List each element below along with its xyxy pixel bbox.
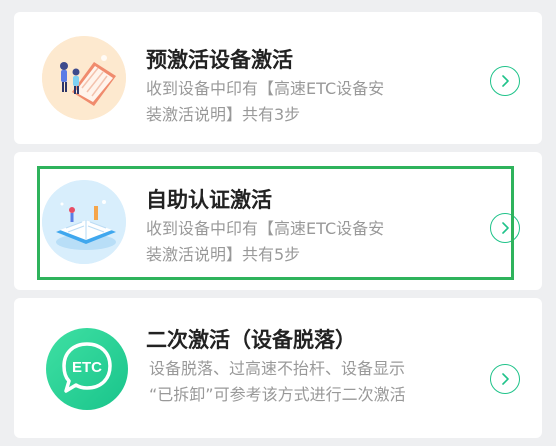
option-title: 预激活设备激活	[146, 48, 293, 72]
option-description-line: 装激活说明】共有3步	[146, 105, 301, 124]
option-card-pre-activation[interactable]: 预激活设备激活 收到设备中印有【高速ETC设备安 装激活说明】共有3步	[14, 12, 542, 144]
chevron-right-button[interactable]	[490, 213, 520, 243]
chevron-right-button[interactable]	[490, 66, 520, 96]
option-description: 设备脱落、过高速不抬杆、设备显示 “已拆卸”可参考该方式进行二次激活	[149, 356, 459, 408]
self-certification-illustration	[42, 180, 126, 264]
chevron-right-icon	[502, 222, 509, 234]
option-description: 收到设备中印有【高速ETC设备安 装激活说明】共有3步	[146, 76, 446, 128]
chevron-right-icon	[502, 373, 509, 385]
etc-icon: ETC	[46, 328, 128, 410]
device-pre-activation-illustration	[42, 36, 126, 120]
option-description: 收到设备中印有【高速ETC设备安 装激活说明】共有5步	[146, 216, 446, 268]
option-description-line: “已拆卸”可参考该方式进行二次激活	[149, 385, 406, 404]
chevron-right-button[interactable]	[490, 364, 520, 394]
option-description-line: 收到设备中印有【高速ETC设备安	[146, 219, 385, 238]
option-description-line: 装激活说明】共有5步	[146, 245, 301, 264]
etc-icon-label: ETC	[72, 359, 102, 376]
option-description-line: 设备脱落、过高速不抬杆、设备显示	[149, 359, 406, 378]
chevron-right-icon	[502, 75, 509, 87]
option-description-line: 收到设备中印有【高速ETC设备安	[146, 79, 385, 98]
option-title: 二次激活（设备脱落）	[146, 328, 356, 352]
option-card-self-certification[interactable]: 自助认证激活 收到设备中印有【高速ETC设备安 装激活说明】共有5步	[14, 152, 542, 290]
option-card-secondary-activation[interactable]: ETC 二次激活（设备脱落） 设备脱落、过高速不抬杆、设备显示 “已拆卸”可参考…	[14, 298, 542, 438]
option-title: 自助认证激活	[146, 188, 272, 212]
